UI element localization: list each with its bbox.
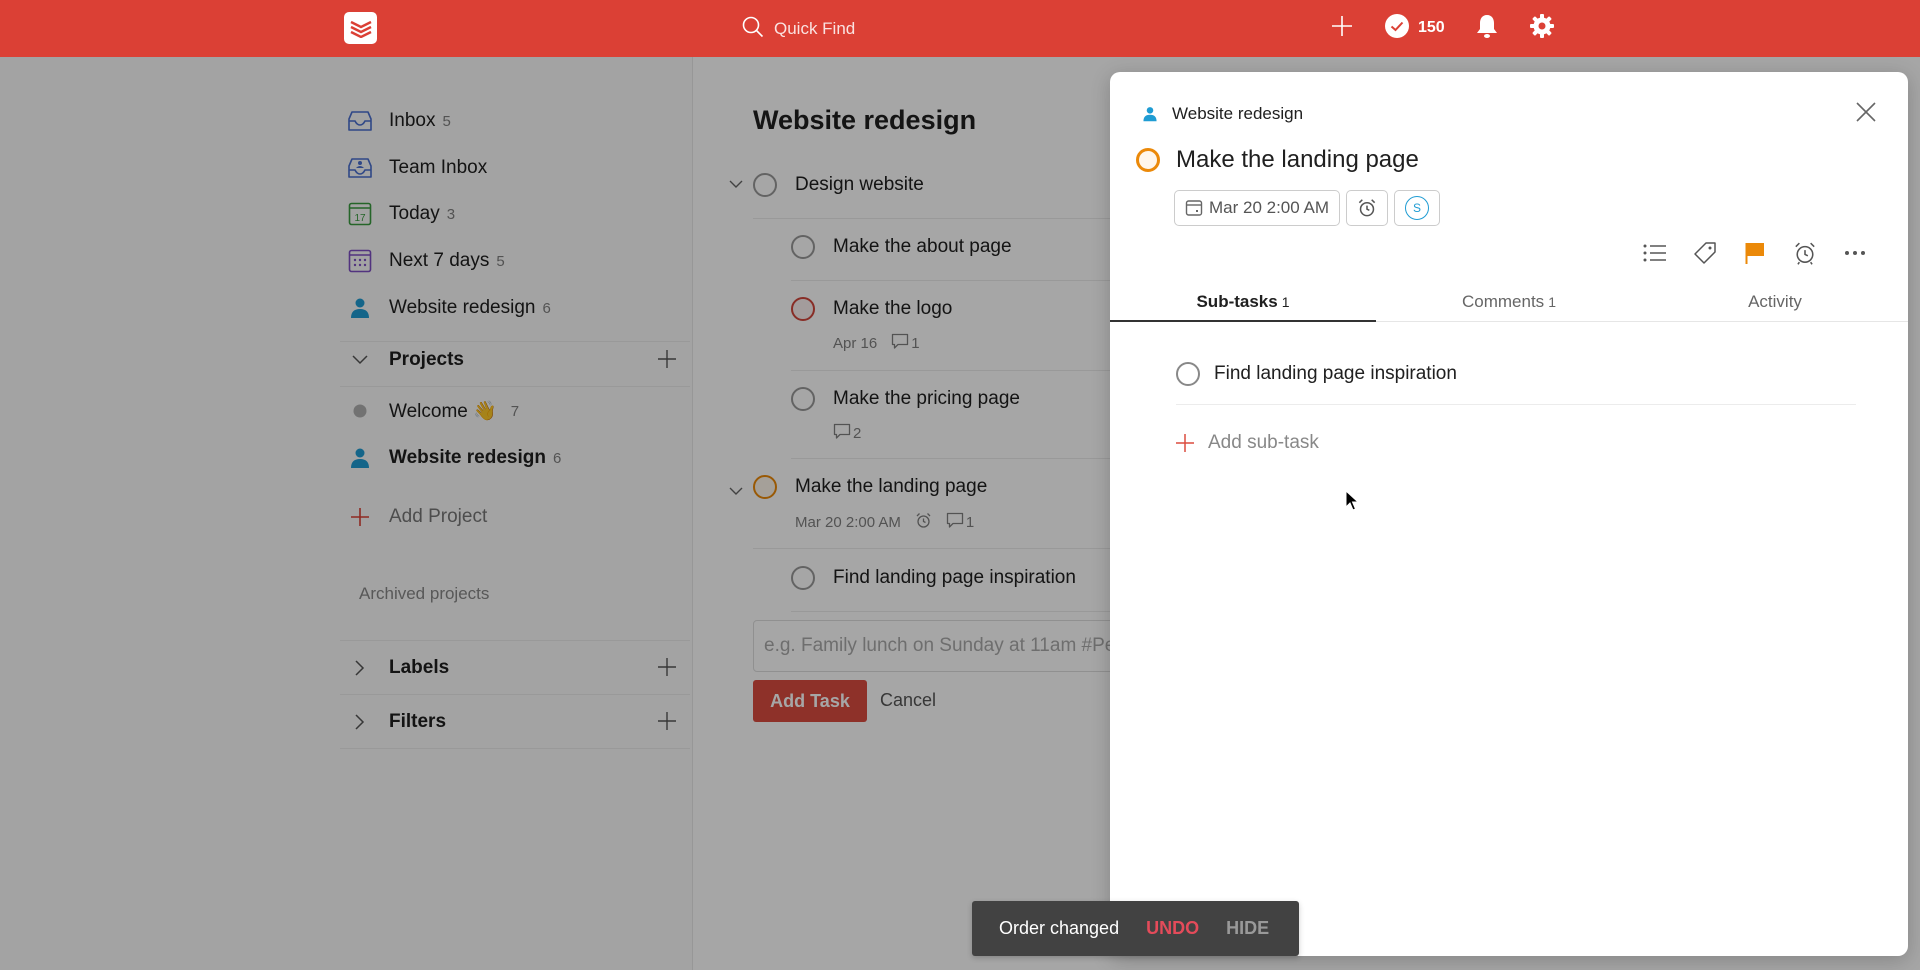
- plus-icon: [1330, 14, 1354, 43]
- task-detail-modal: Website redesign Make the landing page M…: [1110, 72, 1908, 956]
- mouse-cursor-icon: [1345, 489, 1361, 517]
- notifications-button[interactable]: [1475, 13, 1499, 44]
- due-date-text: Mar 20 2:00 AM: [1209, 198, 1330, 217]
- tab-sub-tasks[interactable]: Sub-tasks 1: [1110, 282, 1376, 322]
- settings-button[interactable]: [1529, 13, 1555, 44]
- subtask-item[interactable]: Find landing page inspiration: [1176, 362, 1457, 386]
- more-options-icon[interactable]: [1842, 240, 1868, 266]
- detail-project-link[interactable]: Website redesign: [1142, 104, 1303, 124]
- quick-find-search[interactable]: Quick Find: [742, 14, 1102, 44]
- toast-notification: Order changed UNDO HIDE: [972, 901, 1299, 956]
- karma-count: 150: [1418, 19, 1445, 36]
- subtask-name[interactable]: Find landing page inspiration: [1214, 363, 1457, 385]
- close-icon: [1855, 101, 1877, 128]
- priority-flag-icon[interactable]: [1742, 240, 1768, 266]
- search-icon: [742, 16, 764, 43]
- tab-comments[interactable]: Comments 1: [1376, 282, 1642, 321]
- subtask-checkbox[interactable]: [1176, 362, 1200, 386]
- due-date-button[interactable]: Mar 20 2:00 AM: [1174, 190, 1341, 226]
- reminder-button[interactable]: [1346, 190, 1389, 226]
- subtasks-list-icon[interactable]: [1642, 240, 1668, 266]
- search-placeholder: Quick Find: [774, 19, 856, 38]
- person-icon: [1142, 106, 1158, 122]
- bell-icon: [1475, 13, 1499, 44]
- toast-message: Order changed: [999, 918, 1120, 938]
- karma-button[interactable]: 150: [1384, 13, 1445, 44]
- alarm-icon[interactable]: [1792, 240, 1818, 266]
- calendar-icon: [1185, 199, 1203, 217]
- detail-task-title[interactable]: Make the landing page: [1176, 146, 1419, 174]
- add-task-button[interactable]: [1330, 14, 1354, 43]
- add-subtask-label: Add sub-task: [1208, 432, 1319, 453]
- tab-activity[interactable]: Activity: [1642, 282, 1908, 321]
- hide-button[interactable]: HIDE: [1226, 918, 1269, 939]
- add-subtask-button[interactable]: Add sub-task: [1176, 432, 1319, 454]
- assignee-button[interactable]: S: [1394, 190, 1441, 226]
- plus-icon: [1176, 433, 1194, 453]
- gear-icon: [1529, 13, 1555, 44]
- assignee-avatar: S: [1405, 196, 1430, 220]
- detail-tabs: Sub-tasks 1 Comments 1 Activity: [1110, 282, 1908, 322]
- alarm-icon: [1357, 198, 1377, 218]
- undo-button[interactable]: UNDO: [1146, 918, 1199, 939]
- close-button[interactable]: [1852, 100, 1880, 128]
- task-checkbox[interactable]: [1136, 148, 1160, 172]
- detail-title-row: Make the landing page: [1136, 146, 1419, 174]
- check-circle-icon: [1384, 13, 1410, 44]
- detail-project-name: Website redesign: [1172, 104, 1304, 123]
- top-bar: Quick Find 150: [0, 0, 1920, 57]
- divider: [1176, 404, 1856, 405]
- label-tag-icon[interactable]: [1692, 240, 1718, 266]
- todoist-logo-icon[interactable]: [344, 12, 377, 44]
